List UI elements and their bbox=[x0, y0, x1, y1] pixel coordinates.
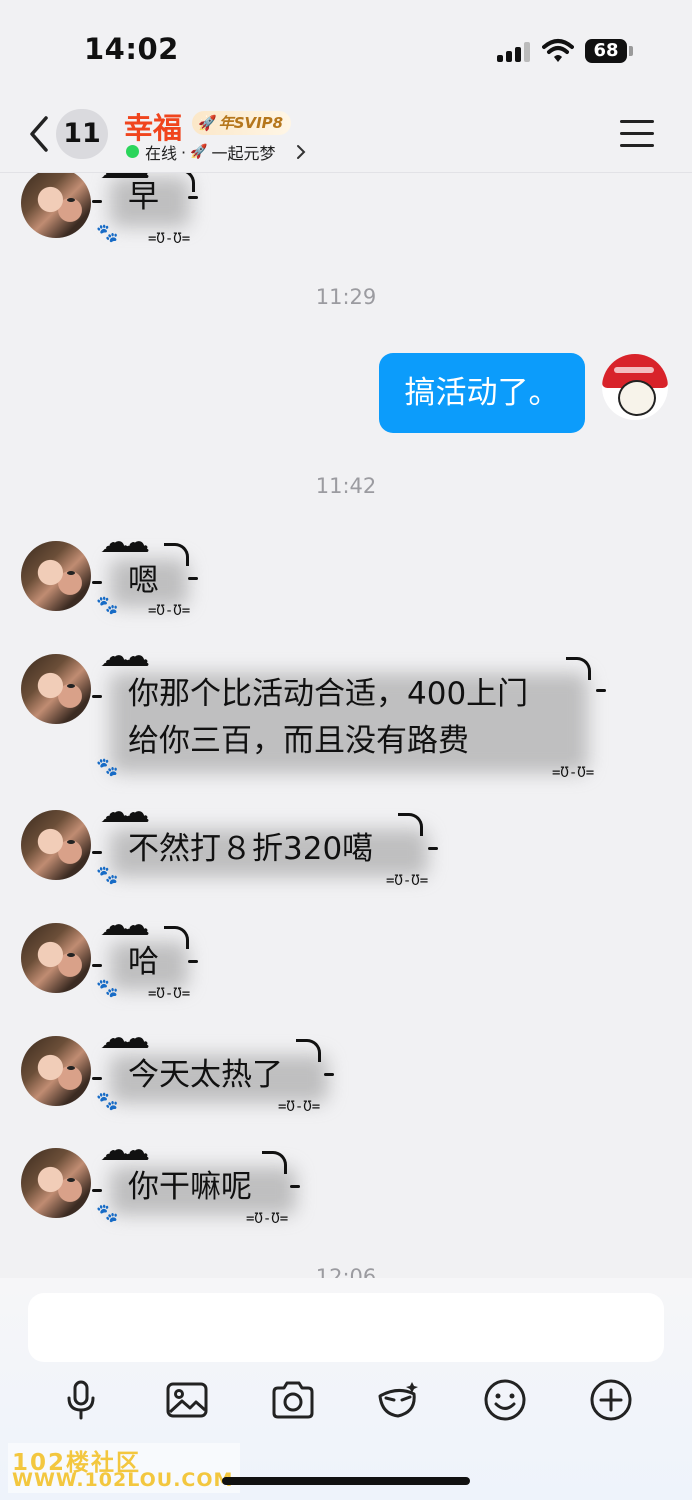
bubble-dash bbox=[188, 960, 198, 963]
message-input[interactable] bbox=[28, 1293, 664, 1362]
battery-tip bbox=[629, 46, 633, 56]
bubble-dash bbox=[92, 200, 102, 203]
paw-prints-icon: 🐾 bbox=[96, 223, 119, 244]
camera-icon[interactable] bbox=[269, 1376, 317, 1424]
bubble-ear-decoration bbox=[164, 543, 189, 566]
bubble-face: =Ʊ-Ʊ= bbox=[148, 986, 191, 1002]
message-bubble[interactable]: ☁☁ 你那个比活动合适，400上门 给你三百，而且没有路费 🐾 =Ʊ-Ʊ= bbox=[92, 639, 612, 789]
bubble-cloud-decoration: ☁☁ bbox=[100, 525, 150, 560]
message-text-line-1: 你那个比活动合适，400上门 bbox=[128, 676, 529, 712]
my-message-bubble[interactable]: 搞活动了。 bbox=[379, 353, 585, 433]
paw-prints-icon: 🐾 bbox=[96, 595, 119, 616]
bubble-ear-decoration bbox=[566, 657, 591, 680]
bubble-face: =Ʊ-Ʊ= bbox=[386, 873, 429, 889]
bubble-dash bbox=[92, 695, 102, 698]
contact-avatar[interactable] bbox=[21, 541, 91, 611]
bubble-dash bbox=[92, 1077, 102, 1080]
message-text: 你干嘛呢 bbox=[128, 1169, 252, 1205]
paw-prints-icon: 🐾 bbox=[96, 865, 119, 886]
bubble-dash bbox=[92, 851, 102, 854]
message-text: 哈 bbox=[128, 944, 159, 980]
contact-avatar[interactable] bbox=[21, 173, 91, 238]
paw-prints-icon: 🐾 bbox=[96, 757, 119, 778]
wifi-icon bbox=[542, 39, 574, 62]
bubble-dash bbox=[596, 689, 606, 692]
bubble-cloud-decoration: ☁☁ bbox=[100, 1133, 150, 1168]
bubble-cloud-decoration: ☁☁ bbox=[100, 639, 150, 674]
presence-line[interactable]: 在线 · 🚀 一起元梦 bbox=[145, 140, 276, 164]
bubble-dash bbox=[92, 581, 102, 584]
message-text: 早 bbox=[128, 179, 159, 215]
chat-messages[interactable]: ☁☁ 早 🐾 =Ʊ-Ʊ= 11:29 搞活动了。 11:42 ☁☁ 嗯 🐾 =Ʊ… bbox=[0, 173, 692, 1278]
message-bubble[interactable]: ☁☁ 嗯 🐾 =Ʊ-Ʊ= bbox=[92, 525, 212, 625]
bubble-face: =Ʊ-Ʊ= bbox=[552, 765, 595, 781]
message-bubble[interactable]: ☁☁ 今天太热了 🐾 =Ʊ-Ʊ= bbox=[92, 1021, 352, 1121]
bubble-ear-decoration bbox=[296, 1039, 321, 1062]
online-status-dot bbox=[126, 145, 139, 158]
bubble-dash bbox=[92, 964, 102, 967]
presence-status: 在线 bbox=[145, 144, 178, 163]
bubble-dash bbox=[428, 847, 438, 850]
bubble-cloud-decoration: ☁☁ bbox=[100, 908, 150, 943]
battery-indicator: 68 bbox=[585, 39, 627, 63]
message-bubble[interactable]: ☁☁ 你干嘛呢 🐾 =Ʊ-Ʊ= bbox=[92, 1133, 322, 1233]
chat-header: 11 幸福 🚀 年SVIP8 在线 · 🚀 一起元梦 bbox=[0, 100, 692, 173]
bubble-ear-decoration bbox=[398, 813, 423, 836]
presence-separator: · bbox=[181, 142, 187, 162]
home-indicator[interactable] bbox=[222, 1477, 470, 1485]
menu-icon[interactable] bbox=[620, 120, 654, 148]
message-bubble[interactable]: ☁☁ 不然打８折320噶 🐾 =Ʊ-Ʊ= bbox=[92, 795, 452, 895]
unread-count-badge[interactable]: 11 bbox=[56, 109, 108, 159]
game-rocket-icon: 🚀 bbox=[190, 144, 208, 160]
emoji-mask-icon[interactable] bbox=[374, 1376, 422, 1424]
bubble-face: =Ʊ-Ʊ= bbox=[278, 1099, 321, 1115]
bubble-dash bbox=[188, 196, 198, 199]
timestamp-divider: 12:06 bbox=[315, 1265, 377, 1278]
cellular-signal-icon bbox=[497, 42, 531, 62]
message-text-line-2: 给你三百，而且没有路费 bbox=[128, 723, 469, 759]
status-bar: 14:02 68 bbox=[0, 0, 692, 100]
timestamp-divider: 11:42 bbox=[315, 474, 377, 498]
plus-icon[interactable] bbox=[587, 1376, 635, 1424]
bubble-dash bbox=[290, 1185, 300, 1188]
paw-prints-icon: 🐾 bbox=[96, 1091, 119, 1112]
vip-badge[interactable]: 🚀 年SVIP8 bbox=[192, 111, 292, 135]
bubble-ear-decoration bbox=[164, 926, 189, 949]
back-chevron-icon[interactable] bbox=[24, 114, 54, 154]
microphone-icon[interactable] bbox=[57, 1376, 105, 1424]
contact-avatar[interactable] bbox=[21, 810, 91, 880]
site-watermark: 102楼社区 WWW.102LOU.COM bbox=[8, 1443, 240, 1493]
bubble-face: =Ʊ-Ʊ= bbox=[148, 231, 191, 247]
message-bubble[interactable]: ☁☁ 早 🐾 =Ʊ-Ʊ= bbox=[92, 173, 212, 253]
my-avatar[interactable] bbox=[602, 354, 668, 420]
contact-avatar[interactable] bbox=[21, 923, 91, 993]
message-text: 不然打８折320噶 bbox=[128, 831, 374, 867]
watermark-line-2: WWW.102LOU.COM bbox=[12, 1469, 234, 1491]
contact-avatar[interactable] bbox=[21, 1148, 91, 1218]
chevron-right-icon[interactable] bbox=[295, 144, 307, 160]
vip-crown-icon: 🚀 bbox=[198, 114, 217, 132]
presence-activity: 一起元梦 bbox=[211, 144, 276, 163]
timestamp-divider: 11:29 bbox=[315, 285, 377, 309]
paw-prints-icon: 🐾 bbox=[96, 1203, 119, 1224]
paw-prints-icon: 🐾 bbox=[96, 978, 119, 999]
contact-avatar[interactable] bbox=[21, 1036, 91, 1106]
smiley-icon[interactable] bbox=[481, 1376, 529, 1424]
bubble-cloud-decoration: ☁☁ bbox=[100, 795, 150, 830]
bubble-ear-decoration bbox=[262, 1151, 287, 1174]
bubble-dash bbox=[188, 577, 198, 580]
message-text: 今天太热了 bbox=[128, 1057, 283, 1093]
message-bubble[interactable]: ☁☁ 哈 🐾 =Ʊ-Ʊ= bbox=[92, 908, 212, 1008]
image-icon[interactable] bbox=[163, 1376, 211, 1424]
bubble-dash bbox=[324, 1073, 334, 1076]
bubble-ear-decoration bbox=[170, 173, 195, 192]
status-time: 14:02 bbox=[84, 32, 179, 66]
bubble-face: =Ʊ-Ʊ= bbox=[246, 1211, 289, 1227]
bubble-dash bbox=[92, 1189, 102, 1192]
bubble-face: =Ʊ-Ʊ= bbox=[148, 603, 191, 619]
bubble-cloud-decoration: ☁☁ bbox=[100, 1021, 150, 1056]
contact-avatar[interactable] bbox=[21, 654, 91, 724]
message-text: 嗯 bbox=[128, 563, 159, 599]
vip-label: 年SVIP8 bbox=[218, 114, 284, 132]
